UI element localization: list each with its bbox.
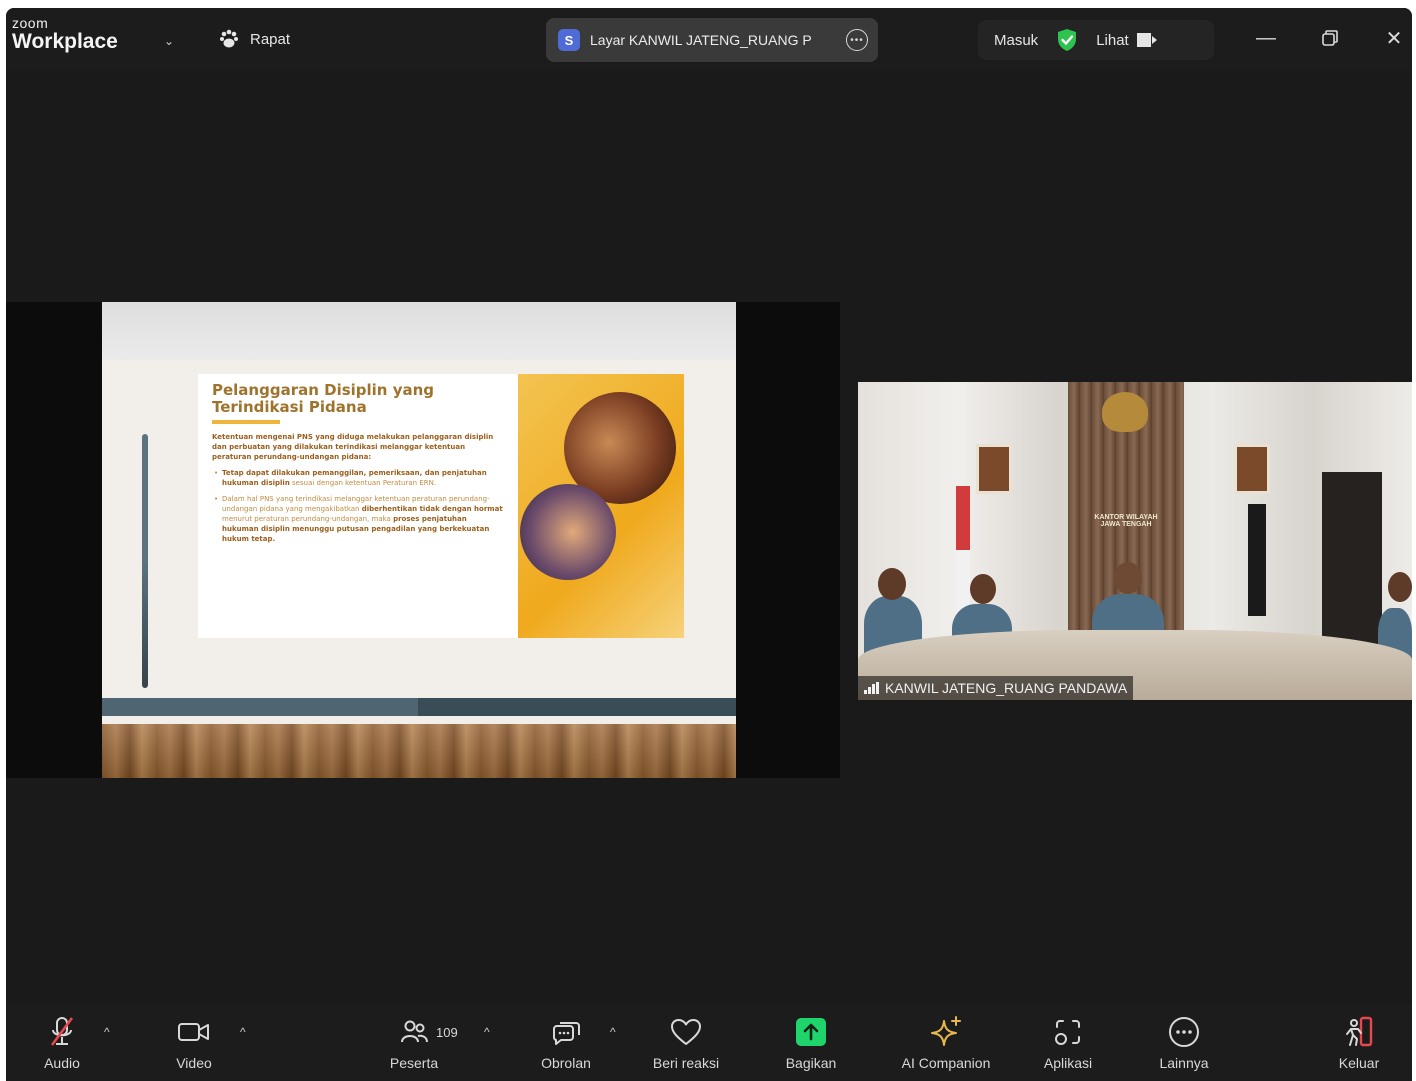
office-sign: KANTOR WILAYAH JAWA TENGAH (1074, 500, 1178, 542)
presentation-slide: Pelanggaran Disiplin yang Terindikasi Pi… (102, 302, 736, 778)
participants-button[interactable]: Peserta (384, 1015, 444, 1071)
video-door (1322, 472, 1382, 652)
shared-screen[interactable]: Pelanggaran Disiplin yang Terindikasi Pi… (6, 302, 840, 778)
person-1-head (878, 568, 906, 600)
share-badge: S (558, 29, 580, 51)
participant-name: KANWIL JATENG_RUANG PANDAWA (885, 680, 1128, 696)
apps-button[interactable]: Aplikasi (1036, 1015, 1100, 1071)
more-options-icon[interactable]: ••• (846, 29, 868, 51)
person-3-head (1114, 562, 1142, 594)
meeting-stage: Pelanggaran Disiplin yang Terindikasi Pi… (6, 70, 1412, 1005)
slide-bullet-2-bold1: diberhentikan tidak dengan hormat (361, 505, 503, 513)
person-4-head (1388, 572, 1412, 602)
microphone-muted-icon (47, 1015, 77, 1049)
view-label: Lihat (1096, 31, 1129, 49)
person-2-head (970, 574, 996, 604)
slide-intro: Ketentuan mengenai PNS yang diduga melak… (212, 432, 504, 462)
video-camera-icon (176, 1015, 212, 1049)
view-layout-icon (1136, 33, 1157, 47)
slide-wood-floor (102, 724, 736, 778)
share-screen-icon (794, 1015, 828, 1049)
close-icon[interactable]: ✕ (1376, 22, 1412, 54)
slide-bullet-2: Dalam hal PNS yang terindikasi melanggar… (212, 494, 504, 544)
black-flag (1248, 504, 1266, 616)
more-button[interactable]: Lainnya (1152, 1015, 1216, 1071)
share-button[interactable]: Bagikan (778, 1015, 844, 1071)
indonesian-flag (956, 486, 970, 614)
share-pill-label: Layar KANWIL JATENG_RUANG P (590, 32, 812, 48)
video-options-caret-icon[interactable]: ^ (240, 1025, 246, 1039)
react-button[interactable]: Beri reaksi (648, 1015, 724, 1071)
slide-intro-text: Ketentuan mengenai PNS yang diduga melak… (212, 433, 494, 461)
app-brand[interactable]: zoom Workplace (12, 16, 118, 54)
participant-video-tile[interactable]: KANTOR WILAYAH JAWA TENGAH KANWIL JATENG (858, 382, 1412, 700)
meeting-menu[interactable]: Rapat (218, 28, 290, 50)
more-icon (1167, 1015, 1201, 1049)
react-label: Beri reaksi (652, 1055, 720, 1071)
chat-label: Obrolan (541, 1055, 591, 1071)
audio-label: Audio (44, 1055, 80, 1071)
video-label: Video (176, 1055, 212, 1071)
apps-icon (1052, 1015, 1084, 1049)
slide-illustration (518, 374, 684, 638)
audio-options-caret-icon[interactable]: ^ (104, 1025, 110, 1039)
view-button[interactable]: Lihat (1096, 31, 1157, 49)
brand-workplace: Workplace (12, 30, 118, 53)
restore-icon[interactable] (1312, 22, 1348, 54)
heart-icon (669, 1015, 703, 1049)
sign-in-button[interactable]: Masuk (994, 32, 1038, 49)
chat-button[interactable]: Obrolan (534, 1015, 598, 1071)
ai-companion-label: AI Companion (901, 1055, 991, 1071)
signal-strength-icon (864, 682, 879, 694)
header-actions: Masuk Lihat (978, 20, 1214, 60)
chat-options-caret-icon[interactable]: ^ (610, 1025, 616, 1039)
office-sign-line1: KANTOR WILAYAH (1094, 514, 1158, 521)
title-bar: zoom Workplace ⌄ Rapat S Layar KANWIL JA… (6, 8, 1412, 70)
slide-bullet-1-rest: sesuai dengan ketentuan Peraturan ERN. (289, 479, 437, 487)
slide-side-bar (142, 434, 148, 688)
slide-title-underline (212, 420, 280, 424)
meeting-toolbar: Audio ^ Video ^ Peserta 109 ^ Obrolan ^ … (6, 1005, 1412, 1081)
participants-icon (399, 1015, 429, 1049)
shield-check-icon[interactable] (1056, 28, 1078, 52)
slide-bullet-1: Tetap dapat dilakukan pemanggilan, pemer… (212, 468, 504, 488)
slide-title: Pelanggaran Disiplin yang Terindikasi Pi… (212, 381, 435, 416)
portrait-frame-left (976, 444, 1012, 494)
share-label: Bagikan (785, 1055, 837, 1071)
screen-share-pill[interactable]: S Layar KANWIL JATENG_RUANG P ••• (546, 18, 878, 62)
participants-label: Peserta (389, 1055, 439, 1071)
paw-icon (220, 29, 238, 48)
chevron-down-icon[interactable]: ⌄ (164, 34, 174, 48)
slide-text-card: Pelanggaran Disiplin yang Terindikasi Pi… (198, 374, 518, 638)
slide-bullet-2-mid: menurut peraturan perundang-undangan, ma… (222, 515, 394, 523)
leave-label: Keluar (1338, 1055, 1380, 1071)
meeting-menu-label: Rapat (250, 30, 291, 48)
more-label: Lainnya (1159, 1055, 1209, 1071)
participants-options-caret-icon[interactable]: ^ (484, 1025, 490, 1039)
minimize-icon[interactable]: — (1248, 22, 1284, 54)
sparkle-icon (929, 1015, 963, 1049)
leave-button[interactable]: Keluar (1332, 1015, 1386, 1071)
zoom-window: zoom Workplace ⌄ Rapat S Layar KANWIL JA… (6, 8, 1412, 1081)
slide-bullets: Tetap dapat dilakukan pemanggilan, pemer… (212, 468, 504, 544)
portrait-frame-right (1234, 444, 1270, 494)
garuda-emblem (1102, 392, 1148, 432)
leave-icon (1342, 1015, 1376, 1049)
handshake-photo (520, 484, 616, 580)
apps-label: Aplikasi (1043, 1055, 1093, 1071)
audio-button[interactable]: Audio (36, 1015, 88, 1071)
chat-icon (550, 1015, 582, 1049)
ai-companion-button[interactable]: AI Companion (890, 1015, 1002, 1071)
office-sign-line2: JAWA TENGAH (1100, 521, 1152, 528)
brand-zoom: zoom (12, 15, 49, 31)
participant-name-label: KANWIL JATENG_RUANG PANDAWA (858, 676, 1134, 700)
video-button[interactable]: Video (168, 1015, 220, 1071)
slide-header-band (102, 302, 736, 360)
participants-count: 109 (436, 1025, 458, 1040)
slide-bottom-strip-dark (418, 698, 736, 716)
